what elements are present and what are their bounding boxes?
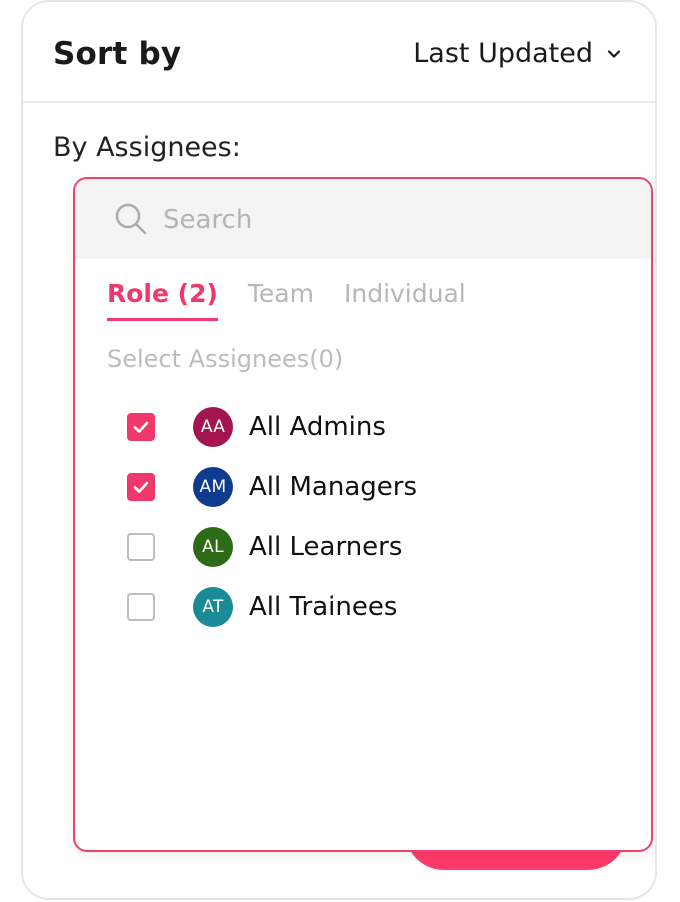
sort-dropdown[interactable]: Last Updated [413, 38, 621, 69]
role-list: AA All Admins AM All Managers AL All Lea… [127, 397, 417, 637]
checkbox-all-learners[interactable] [127, 533, 155, 561]
sort-row: Sort by Last Updated [23, 2, 655, 103]
sort-filter-panel: Sort by Last Updated By Assignees: Role … [21, 0, 657, 900]
role-name: All Managers [249, 472, 418, 502]
sort-by-label: Sort by [53, 36, 182, 72]
search-icon [115, 203, 147, 235]
search-input[interactable] [161, 197, 605, 243]
sort-dropdown-value: Last Updated [413, 38, 593, 69]
role-item-all-trainees[interactable]: AT All Trainees [127, 577, 417, 637]
tab-role[interactable]: Role (2) [107, 279, 218, 321]
search-box [75, 179, 651, 259]
avatar: AL [193, 527, 233, 567]
checkmark-icon [133, 421, 149, 433]
tab-individual[interactable]: Individual [344, 279, 466, 321]
assignee-tabs: Role (2) Team Individual [107, 279, 466, 321]
role-name: All Admins [249, 412, 386, 442]
checkbox-all-trainees[interactable] [127, 593, 155, 621]
by-assignees-label: By Assignees: [53, 132, 241, 163]
avatar: AM [193, 467, 233, 507]
role-item-all-managers[interactable]: AM All Managers [127, 457, 417, 517]
role-item-all-admins[interactable]: AA All Admins [127, 397, 417, 457]
chevron-down-icon [607, 49, 621, 58]
checkbox-all-managers[interactable] [127, 473, 155, 501]
checkbox-all-admins[interactable] [127, 413, 155, 441]
role-item-all-learners[interactable]: AL All Learners [127, 517, 417, 577]
avatar: AA [193, 407, 233, 447]
tab-team[interactable]: Team [248, 279, 314, 321]
role-name: All Learners [249, 532, 403, 562]
assignee-dropdown: Role (2) Team Individual Select Assignee… [73, 177, 653, 852]
role-name: All Trainees [249, 592, 398, 622]
avatar: AT [193, 587, 233, 627]
checkmark-icon [133, 481, 149, 493]
select-assignees-label: Select Assignees(0) [107, 345, 344, 373]
